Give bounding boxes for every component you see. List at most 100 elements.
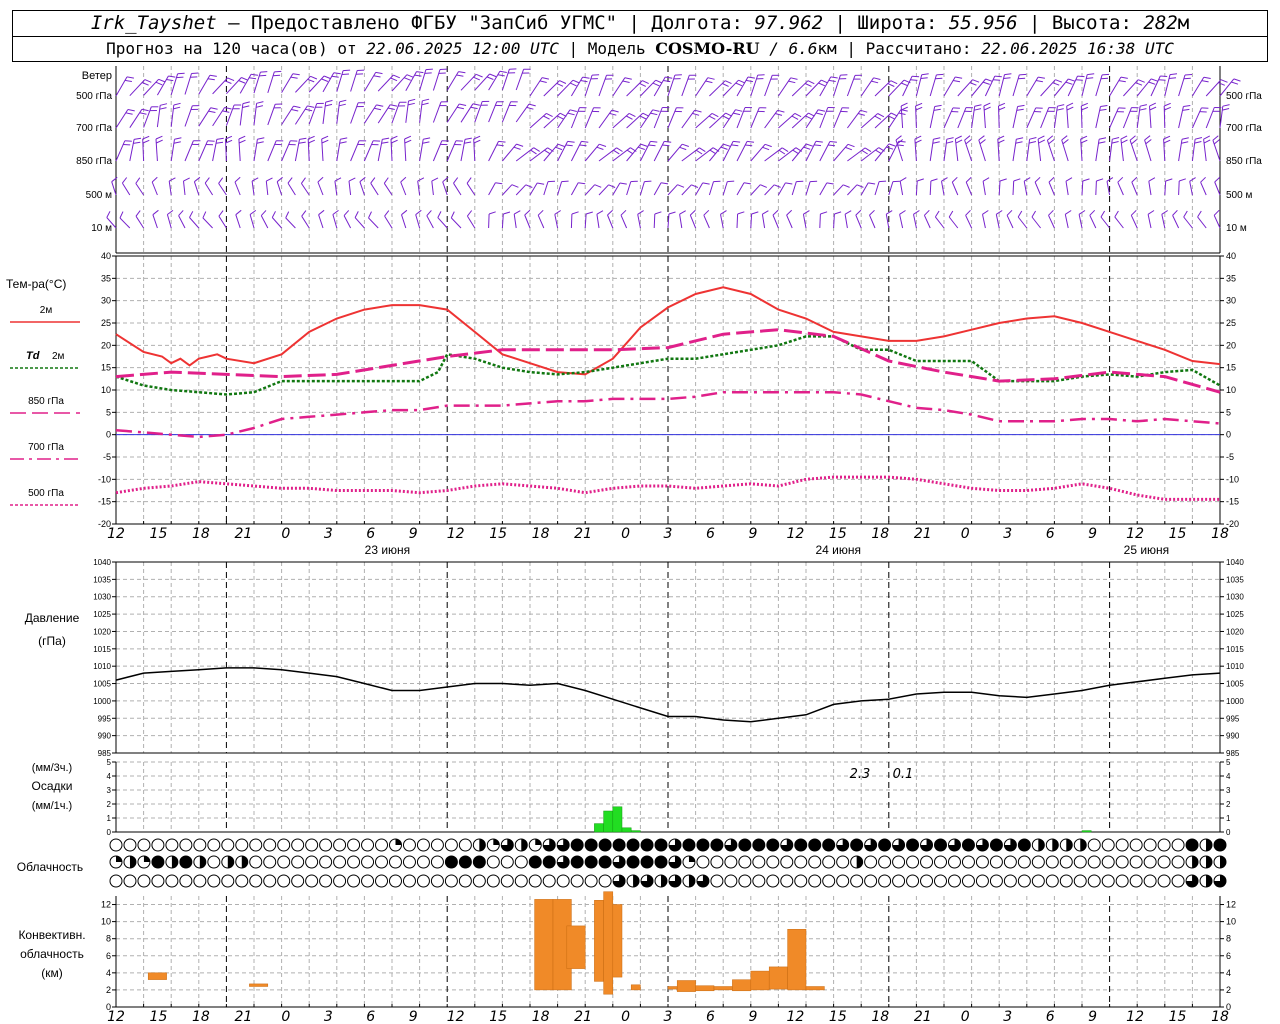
wind-barb [253, 139, 258, 162]
wind-barb-feather [1203, 139, 1211, 144]
wind-barb [764, 147, 783, 162]
temp-time-xtick-label: 9 [1088, 526, 1097, 542]
cloud-row-high [836, 874, 850, 888]
wind-barb-feather [525, 184, 533, 188]
wind-barb-feather [1184, 74, 1193, 76]
wind-barb-feather [640, 143, 648, 147]
cloud-row-low [375, 838, 389, 852]
wind-barb-feather [1220, 79, 1228, 83]
wind-barb [895, 139, 904, 162]
wind-barb-feather [126, 76, 134, 79]
temp-ytick-label-right: -10 [1226, 474, 1239, 484]
wind-barb-feather [384, 210, 390, 217]
wind-barb-feather [173, 106, 181, 110]
wind-barb-feather [847, 143, 855, 148]
wind-barb-feather [619, 182, 627, 185]
cloud-row-mid [724, 855, 738, 869]
wind-barb-feather [155, 135, 163, 140]
wind-barb-feather [738, 79, 746, 84]
wind-barb-feather [1052, 82, 1060, 86]
wind-barb-feather [1233, 78, 1241, 82]
conv-title-3: (км) [41, 966, 63, 980]
wind-barb-feather [1048, 176, 1055, 183]
cloud-row-low [1143, 838, 1157, 852]
press-ytick-label-right: 1015 [1226, 645, 1244, 654]
wind-barb [1109, 107, 1119, 129]
wind-barb-feather [1080, 139, 1088, 144]
wind-barb-feather [983, 106, 991, 111]
wind-barb [184, 140, 194, 162]
temp-ytick-label-right: 40 [1226, 251, 1236, 261]
cloud-row-mid [319, 855, 333, 869]
wind-barb-feather [404, 77, 411, 81]
wind-barb-feather [571, 211, 579, 215]
cloud-row-low-fill [766, 839, 779, 851]
wind-barb-feather [235, 209, 242, 216]
cloud-row-high-fill [661, 875, 668, 887]
wind-barb [212, 77, 228, 95]
wind-barb-feather [173, 102, 181, 106]
wind-barb-feather [626, 149, 634, 155]
temp-time-xtick-label: 12 [447, 526, 465, 542]
cloud-row-mid-fill [641, 856, 654, 868]
precip-title-3: (мм/1ч.) [32, 800, 72, 812]
wind-barb-feather [453, 177, 459, 184]
wind-barb [703, 214, 710, 229]
wind-barb [982, 214, 986, 229]
wind-barb-feather [720, 146, 728, 150]
cloud-row-mid [1171, 855, 1185, 869]
wind-barb [1117, 181, 1124, 196]
wind-barb-feather [650, 140, 658, 143]
wind-barb-feather [794, 112, 802, 118]
wind-barb [982, 181, 986, 196]
wind-barb [750, 143, 766, 162]
wind-barb-feather [1099, 108, 1107, 111]
wind-barb-feather [1112, 137, 1120, 140]
conv-ytick-label-left: 4 [106, 968, 111, 978]
wind-barb-feather [826, 182, 834, 185]
wind-barb-feather [868, 182, 876, 185]
wind-barb [570, 182, 579, 196]
wind-barb-feather [404, 139, 412, 144]
cloud-row-high [822, 874, 836, 888]
precip-bar [1081, 830, 1092, 833]
cloud-row-low-fill [627, 839, 640, 851]
wind-barb-feather [983, 102, 991, 107]
wind-barb [239, 103, 244, 126]
wind-barb [1129, 140, 1138, 162]
cloud-row-high [137, 874, 151, 888]
wind-barb-feather [890, 80, 898, 85]
wind-barb [363, 104, 377, 124]
wind-barb-feather [982, 210, 989, 215]
wind-barb-feather [599, 143, 607, 147]
wind-barb-feather [567, 140, 575, 143]
wind-barb [833, 184, 844, 196]
wind-barb-feather [555, 146, 563, 151]
wind-barb-feather [467, 210, 473, 217]
wind-barb [1095, 106, 1101, 129]
temp-title: Тем-ра(°С) [6, 277, 66, 291]
wind-barb-feather [871, 80, 879, 84]
wind-barb [466, 215, 476, 229]
wind-barb [336, 101, 340, 124]
wind-barb [1065, 181, 1069, 196]
wind-barb [584, 107, 595, 129]
wind-barb [189, 217, 200, 229]
wind-barb [915, 74, 923, 97]
wind-barb-feather [497, 74, 505, 77]
wind-barb [764, 110, 779, 129]
wind-barb-feather [127, 109, 135, 112]
wind-barb-feather [762, 210, 769, 215]
cloud-row-mid-fill [116, 856, 122, 862]
wind-barb-feather [1098, 137, 1107, 140]
wind-level-label-left: 500 гПа [76, 91, 112, 102]
wind-barb-feather [135, 210, 141, 217]
wind-barb-feather [910, 79, 918, 81]
cloud-row-mid [975, 855, 989, 869]
wind-barb-feather [1029, 137, 1037, 140]
wind-barb-feather [546, 112, 553, 118]
wind-barb-feather [856, 184, 864, 188]
wind-barb [267, 71, 275, 94]
cloud-row-high [1115, 874, 1129, 888]
wind-barb-feather [176, 76, 184, 79]
